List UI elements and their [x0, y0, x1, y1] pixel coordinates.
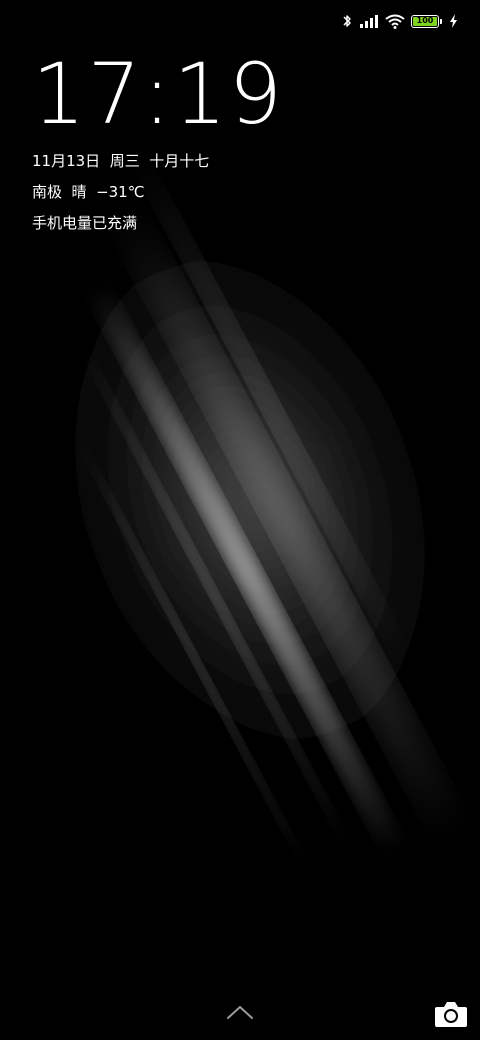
battery-level: 100 — [413, 16, 437, 26]
charge-status: 手机电量已充满 — [32, 214, 138, 232]
status-bar: 100 — [342, 10, 458, 32]
date-line: 11月13日 周三 十月十七 — [32, 152, 210, 170]
charging-bolt-icon — [449, 14, 458, 28]
signal-icon — [359, 14, 379, 28]
clock-time: 17:19 — [32, 45, 285, 143]
weather-line[interactable]: 南极 晴 −31℃ — [32, 181, 145, 202]
battery-icon: 100 — [411, 14, 442, 28]
chevron-up-icon[interactable] — [226, 1004, 254, 1024]
lock-screen: 100 17:19 11月13日 周三 十月十七 南极 晴 −31℃ 手机电量已… — [0, 0, 480, 1040]
bluetooth-icon — [342, 13, 353, 29]
camera-icon[interactable] — [434, 999, 468, 1029]
wifi-icon — [385, 14, 405, 29]
